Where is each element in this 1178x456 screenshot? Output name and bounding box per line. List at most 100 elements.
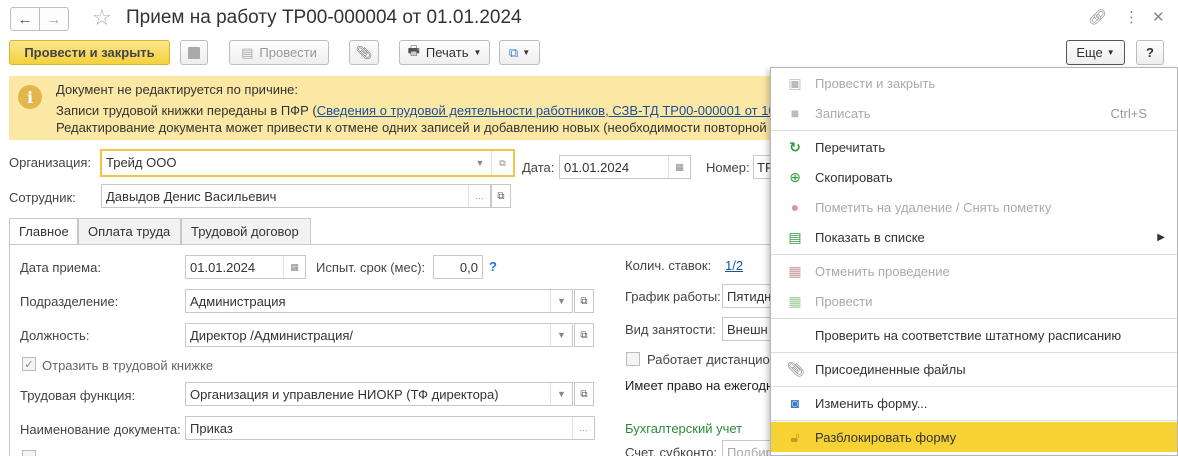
employee-open-button[interactable]: ⧉ [491, 184, 511, 208]
remote-checkbox[interactable] [626, 352, 640, 366]
post-and-close-button[interactable]: Провести и закрыть [9, 40, 170, 65]
menu-item-unpost[interactable]: ▦ Отменить проведение [771, 256, 1177, 286]
post-icon: ▦ [788, 292, 802, 309]
help-button[interactable]: ? [1136, 40, 1164, 65]
rates-label: Колич. ставок: [625, 258, 712, 273]
organization-field[interactable]: Трейд ООО ▼ ⧉ [100, 149, 515, 177]
command-bar: Провести и закрыть ▤ Провести 📎︎ 🖶︎ Печа… [0, 38, 1178, 68]
menu-item-post[interactable]: ▦ Провести [771, 286, 1177, 316]
menu-item-copy[interactable]: ⊕ Скопировать [771, 162, 1177, 192]
more-button[interactable]: Еще ▼ [1066, 40, 1125, 65]
banner-line-3: Редактирование документа может привести … [56, 120, 771, 135]
hire-date-field[interactable]: 01.01.2024 ▦ [185, 255, 306, 279]
date-label: Дата: [522, 160, 555, 175]
subconto-field[interactable]: Подбир [722, 440, 772, 456]
tab-labor-contract[interactable]: Трудовой договор [181, 218, 311, 245]
list-icon: ▤ [788, 228, 802, 245]
forward-button[interactable]: → [39, 7, 69, 31]
readonly-warning-banner: i Документ не редактируется по причине: … [9, 76, 771, 140]
link-icon[interactable]: 🔗︎ [1088, 8, 1107, 26]
rates-link[interactable]: 1/2 [725, 258, 743, 273]
save-button[interactable] [180, 40, 208, 65]
labor-book-checkbox[interactable]: ✓ [22, 357, 36, 371]
banner-line-2: Записи трудовой книжки переданы в ПФР (С… [56, 103, 771, 118]
department-open-button[interactable]: ⧉ [574, 289, 594, 313]
create-based-icon: ⧉ [508, 44, 519, 60]
dropdown-icon[interactable]: ▼ [550, 290, 572, 312]
ellipsis-icon[interactable]: … [468, 185, 490, 207]
help-icon[interactable]: ? [489, 259, 497, 274]
labor-function-open-button[interactable]: ⧉ [574, 382, 594, 406]
labor-function-value: Организация и управление НИОКР (ТФ дирек… [190, 387, 499, 402]
probation-field[interactable]: 0,0 [433, 255, 483, 279]
more-vertical-icon[interactable]: ⋮ [1124, 8, 1139, 26]
chevron-down-icon: ▼ [473, 48, 482, 57]
menu-item-label: Показать в списке [815, 229, 925, 245]
dropdown-icon[interactable]: ▼ [550, 383, 572, 405]
subconto-label: Счет, субконто: [625, 445, 718, 456]
open-icon[interactable]: ⧉ [491, 151, 513, 175]
extra-checkbox[interactable] [22, 450, 36, 456]
menu-item-unlock-form[interactable]: 🔓︎ Разблокировать форму [771, 422, 1177, 452]
organization-value: Трейд ООО [106, 155, 177, 170]
menu-item-change-form[interactable]: ◙ Изменить форму... [771, 388, 1177, 418]
refresh-icon: ↻ [789, 138, 801, 155]
employee-value: Давыдов Денис Васильевич [106, 189, 277, 204]
menu-item-save[interactable]: ■ Записать Ctrl+S [771, 98, 1177, 128]
hire-date-value: 01.01.2024 [190, 260, 256, 275]
szv-td-link[interactable]: Сведения о трудовой деятельности работни… [317, 103, 771, 118]
employment-label: Вид занятости: [625, 322, 716, 337]
print-button[interactable]: 🖶︎ Печать ▼ [399, 40, 490, 65]
menu-item-mark-delete[interactable]: ● Пометить на удаление / Снять пометку [771, 192, 1177, 222]
menu-separator [771, 318, 1177, 319]
post-close-icon: ▣ [788, 74, 802, 91]
date-field[interactable]: 01.01.2024 ▦ [559, 155, 691, 179]
department-label: Подразделение: [20, 294, 119, 309]
position-value: Директор /Администрация/ [190, 328, 354, 343]
dropdown-icon[interactable]: ▼ [469, 151, 491, 175]
menu-item-label: Записать [815, 105, 871, 121]
attachments-button[interactable]: 📎︎ [349, 40, 379, 65]
favorite-star-icon[interactable]: ☆ [92, 5, 112, 31]
create-based-on-button[interactable]: ⧉ ▼ [499, 40, 540, 65]
back-button[interactable]: ← [10, 7, 40, 31]
print-button-label: Печать [425, 45, 469, 60]
menu-item-shortcut: Ctrl+S [1110, 105, 1147, 121]
dropdown-icon[interactable]: ▼ [550, 324, 572, 346]
save-icon [188, 46, 200, 59]
doc-name-field[interactable]: Приказ … [185, 416, 595, 440]
chevron-down-icon: ▼ [522, 48, 531, 57]
vacation-label: Имеет право на ежегодн [625, 378, 774, 393]
menu-item-show-in-list[interactable]: ▤ Показать в списке ▶ [771, 222, 1177, 252]
position-open-button[interactable]: ⧉ [574, 323, 594, 347]
title-bar: ← → ☆ Прием на работу ТР00-000004 от 01.… [0, 0, 1178, 36]
close-icon[interactable]: ✕ [1152, 8, 1165, 26]
calendar-icon[interactable]: ▦ [283, 256, 305, 278]
menu-item-post-close[interactable]: ▣ Провести и закрыть [771, 68, 1177, 98]
menu-item-reread[interactable]: ↻ Перечитать [771, 132, 1177, 162]
department-field[interactable]: Администрация ▼ [185, 289, 573, 313]
post-button[interactable]: ▤ Провести [229, 40, 329, 65]
schedule-field[interactable]: Пятидн [722, 284, 772, 308]
employee-field[interactable]: Давыдов Денис Васильевич … [101, 184, 491, 208]
menu-item-attached-files[interactable]: 📎︎ Присоединенные файлы [771, 354, 1177, 384]
menu-item-check-staffing[interactable]: Проверить на соответствие штатному распи… [771, 320, 1177, 350]
tab-main[interactable]: Главное [9, 218, 78, 245]
labor-book-label: Отразить в трудовой книжке [42, 358, 214, 373]
banner-line-1: Документ не редактируется по причине: [56, 82, 299, 97]
ellipsis-icon[interactable]: … [572, 417, 594, 439]
tab-payment[interactable]: Оплата труда [78, 218, 181, 245]
probation-label: Испыт. срок (мес): [316, 260, 426, 275]
open-icon: ⧉ [580, 388, 588, 400]
position-field[interactable]: Директор /Администрация/ ▼ [185, 323, 573, 347]
menu-item-label: Пометить на удаление / Снять пометку [815, 199, 1052, 215]
post-icon: ▤ [241, 44, 254, 60]
labor-function-field[interactable]: Организация и управление НИОКР (ТФ дирек… [185, 382, 573, 406]
employment-field[interactable]: Внешн [722, 317, 772, 341]
delete-mark-icon: ● [790, 199, 800, 215]
save-icon: ■ [790, 105, 800, 121]
calendar-icon[interactable]: ▦ [668, 156, 690, 178]
info-icon: i [18, 85, 42, 109]
banner-line-2-prefix: Записи трудовой книжки переданы в ПФР ( [56, 103, 317, 118]
more-button-label: Еще [1076, 45, 1103, 60]
